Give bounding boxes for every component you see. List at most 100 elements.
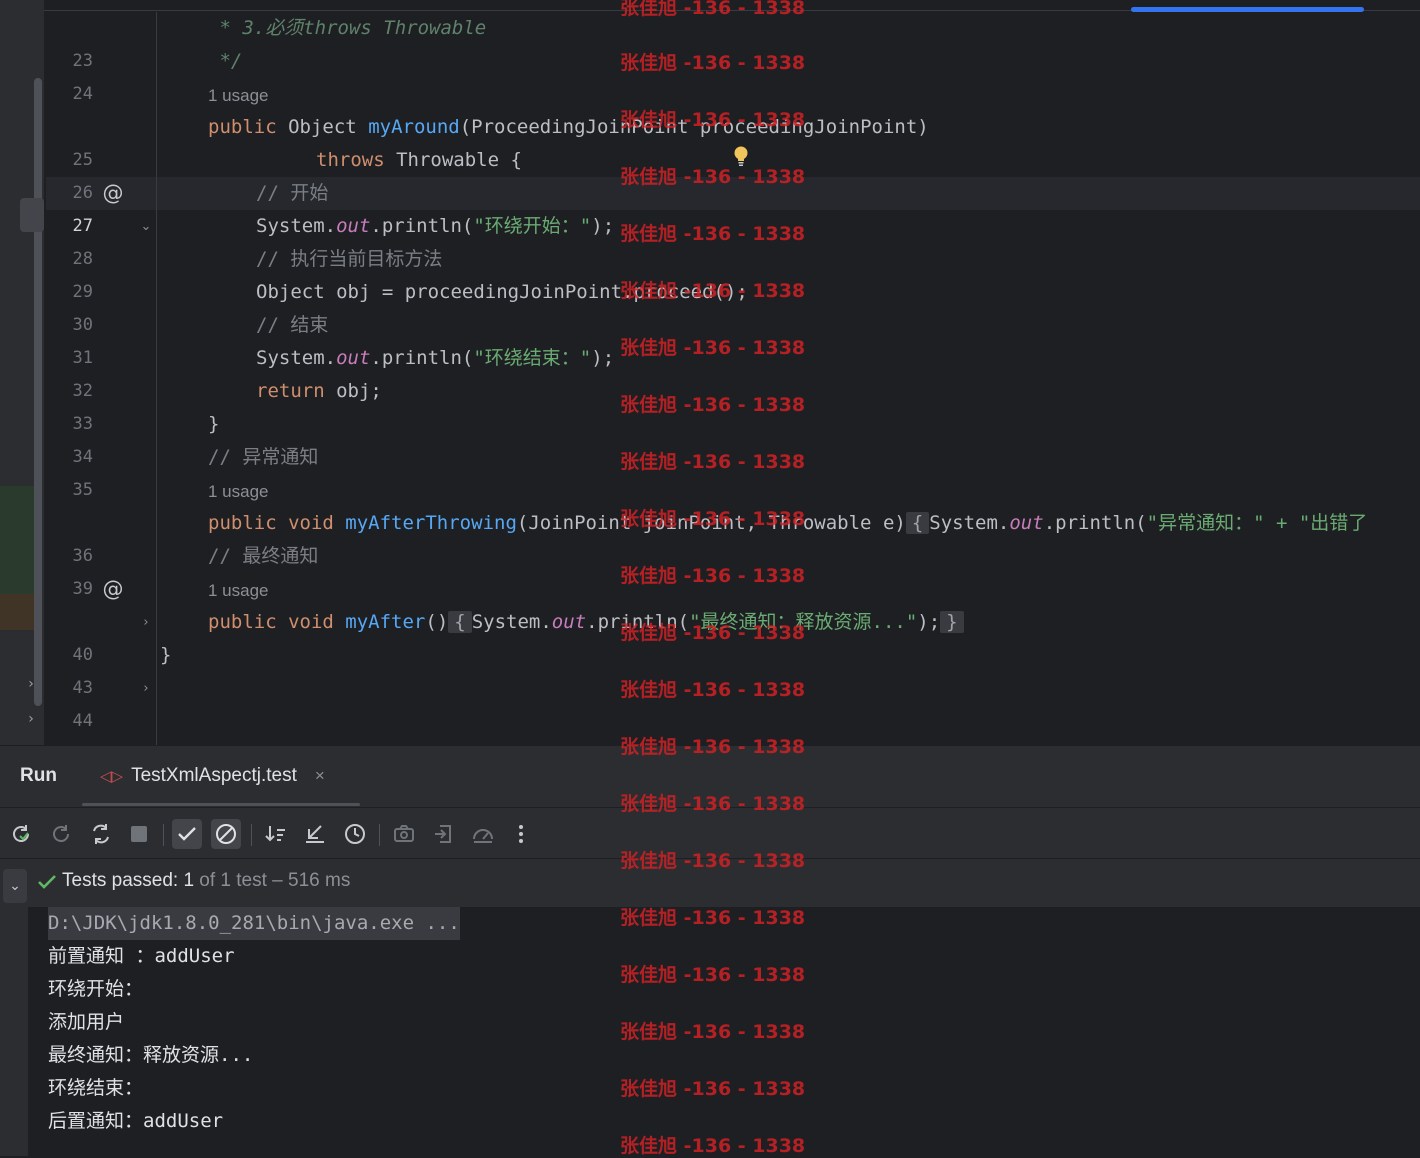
console-line: 环绕开始：: [48, 978, 144, 1000]
code-text: Throwable {: [384, 149, 522, 171]
tests-passed-label: Tests passed: 1: [62, 870, 195, 891]
string-literal: "异常通知：": [1146, 512, 1265, 534]
code-line[interactable]: 28 System.out.println("环绕开始：");: [46, 210, 1420, 269]
added-lines-marker: [0, 486, 34, 594]
keyword: public: [208, 116, 277, 138]
usage-hint-line[interactable]: 1 usage: [46, 475, 1420, 508]
code-line[interactable]: 40 › public void myAfter(){System.out.pr…: [46, 606, 1420, 696]
code-text: .println(: [370, 215, 474, 237]
lightbulb-icon[interactable]: [733, 145, 749, 167]
code-text: Object obj = proceedingJoinPoint.proceed…: [256, 281, 748, 303]
sort-icon[interactable]: [261, 819, 291, 849]
keyword: public void: [208, 512, 334, 534]
code-text: );: [917, 611, 941, 633]
code-text: (): [425, 611, 449, 633]
folded-block-open[interactable]: {: [448, 611, 472, 633]
rerun-icon[interactable]: [6, 819, 36, 849]
string-literal: "环绕结束：": [473, 347, 592, 369]
code-line[interactable]: 29 // 执行当前目标方法: [46, 243, 1420, 302]
console-output[interactable]: Tests passed: 1 of 1 test – 516 ms D:\JD…: [28, 859, 1420, 1156]
type-name: Object: [288, 116, 357, 138]
close-icon[interactable]: ×: [315, 766, 325, 785]
code-text: System.: [471, 611, 552, 633]
code-line[interactable]: 35 // 异常通知: [46, 441, 1420, 500]
toggle-auto-test-icon[interactable]: [86, 819, 116, 849]
run-panel-title[interactable]: Run: [20, 765, 57, 787]
code-line[interactable]: 30 Object obj = proceedingJoinPoint.proc…: [46, 276, 1420, 335]
rerun-failed-icon[interactable]: [46, 819, 76, 849]
history-icon[interactable]: [340, 819, 370, 849]
code-text: obj;: [324, 380, 382, 402]
comment: // 执行当前目标方法: [256, 248, 443, 270]
modified-lines-marker: [0, 594, 34, 630]
run-toolbar: [0, 812, 1420, 856]
test-status-row[interactable]: Tests passed: 1 of 1 test – 516 ms: [28, 859, 1420, 907]
more-icon[interactable]: [506, 819, 536, 849]
console-command-line[interactable]: D:\JDK\jdk1.8.0_281\bin\java.exe ...: [48, 907, 460, 940]
code-line[interactable]: 43 }: [46, 639, 1420, 698]
test-config-icon: ◁▷: [100, 768, 124, 785]
chevron-down-icon[interactable]: ⌄: [3, 869, 27, 903]
console-line: 添加用户: [48, 1011, 125, 1033]
code-line[interactable]: 23 * 3.必须throws Throwable: [46, 12, 1420, 71]
active-tab-indicator: [82, 803, 360, 806]
code-text: }: [208, 413, 220, 435]
code-text: );: [591, 347, 615, 369]
screenshot-icon[interactable]: [389, 819, 419, 849]
code-line[interactable]: 25 @ public Object myAround(ProceedingJo…: [46, 111, 1420, 205]
coverage-icon[interactable]: [468, 819, 498, 849]
check-icon: [38, 875, 56, 889]
code-line[interactable]: 39 // 最终通知: [46, 540, 1420, 599]
comment: // 最终通知: [208, 545, 319, 567]
code-editor[interactable]: › › 23 * 3.必须throws Throwable 24 */ 1 us…: [0, 0, 1420, 745]
keyword: throws: [316, 149, 385, 171]
comment: // 异常通知: [208, 446, 319, 468]
import-icon[interactable]: [429, 819, 459, 849]
console-line: 环绕结束：: [48, 1077, 144, 1099]
usage-hint[interactable]: 1 usage: [208, 475, 269, 508]
line-number: 44: [72, 711, 93, 731]
usage-hint-line[interactable]: 1 usage: [46, 574, 1420, 607]
code-text: */: [208, 50, 243, 72]
folded-block-close[interactable]: }: [940, 611, 964, 633]
code-text: (JoinPoint joinPoint, Throwable e): [516, 512, 906, 534]
test-status: Tests passed: 1 of 1 test – 516 ms: [62, 870, 350, 892]
code-line[interactable]: 24 */: [46, 45, 1420, 104]
code-text: .println(: [586, 611, 690, 633]
chevron-right-icon[interactable]: ›: [22, 710, 40, 728]
usage-hint[interactable]: 1 usage: [208, 574, 269, 607]
code-text: System.: [256, 347, 337, 369]
folded-block-open[interactable]: {: [905, 512, 930, 534]
console-line: 最终通知：释放资源...: [48, 1044, 254, 1066]
test-tree-column: ⌄: [0, 859, 28, 1156]
toolbar-separator: [251, 824, 252, 846]
method-name: myAfterThrowing: [345, 512, 517, 534]
code-line[interactable]: 44: [46, 672, 1420, 731]
run-config-tab[interactable]: ◁▷ TestXmlAspectj.test ×: [100, 765, 325, 787]
usage-hint[interactable]: 1 usage: [208, 79, 269, 112]
show-ignored-icon[interactable]: [211, 819, 241, 849]
static-field: out: [1009, 512, 1044, 534]
code-text: * 3.必须throws Throwable: [208, 17, 487, 39]
usage-hint-line[interactable]: 1 usage: [46, 79, 1420, 112]
console-line: 前置通知 ：addUser: [48, 945, 235, 967]
console-line: 后置通知：addUser: [48, 1110, 224, 1132]
show-passed-icon[interactable]: [172, 819, 202, 849]
code-line[interactable]: 32 System.out.println("环绕结束：");: [46, 342, 1420, 401]
code-line[interactable]: 27 // 开始: [46, 177, 1420, 236]
code-line[interactable]: 33 return obj;: [46, 375, 1420, 434]
chevron-right-icon[interactable]: ›: [22, 675, 40, 693]
code-line[interactable]: 36 @ › public void myAfterThrowing(JoinP…: [46, 507, 1420, 630]
comment: // 结束: [256, 314, 329, 336]
collapse-icon[interactable]: [300, 819, 330, 849]
code-line[interactable]: 31 // 结束: [46, 309, 1420, 368]
toolbar-separator: [379, 824, 380, 846]
stop-icon[interactable]: [124, 819, 154, 849]
editor-scroll-thumb[interactable]: [20, 198, 44, 232]
code-text: .println(: [370, 347, 474, 369]
code-line[interactable]: 34 }: [46, 408, 1420, 467]
run-tool-window: Run ◁▷ TestXmlAspectj.test × ⌄ Tests pas…: [0, 745, 1420, 1156]
code-text: .println(: [1043, 512, 1147, 534]
keyword: public void: [208, 611, 334, 633]
code-text: System.: [929, 512, 1010, 534]
